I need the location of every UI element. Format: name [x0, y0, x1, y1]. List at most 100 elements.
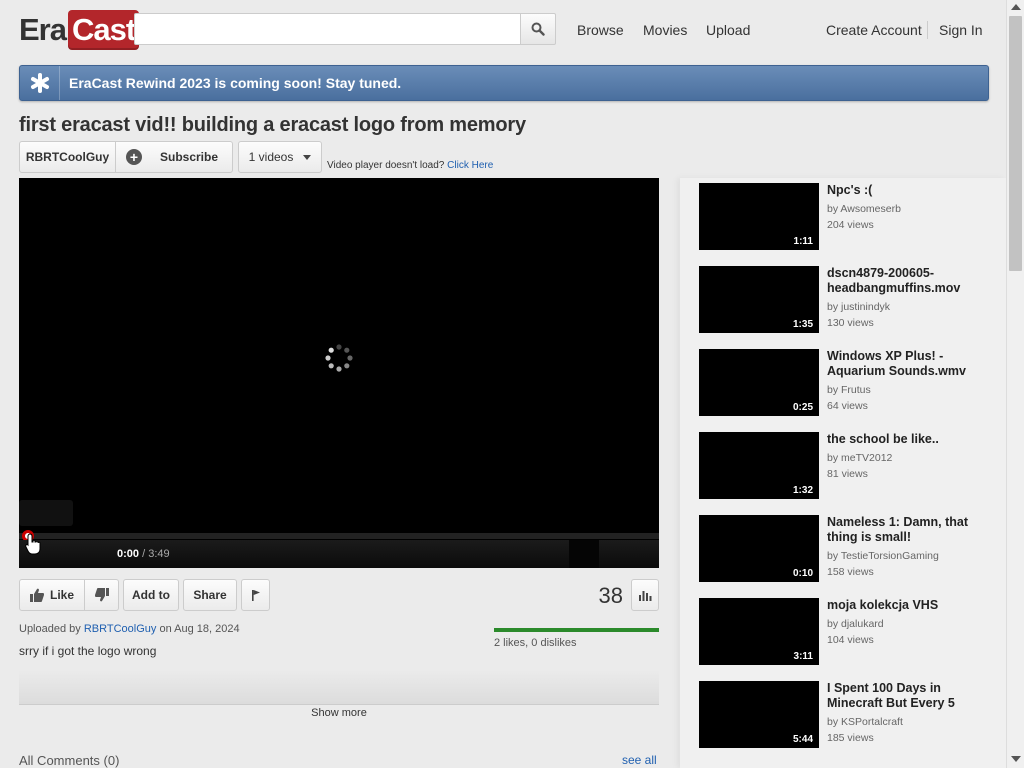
like-button[interactable]: Like: [19, 579, 85, 611]
nav-movies[interactable]: Movies: [643, 22, 687, 38]
related-video-title[interactable]: Nameless 1: Damn, that thing is small!: [827, 515, 987, 545]
video-duration: 5:44: [792, 734, 813, 745]
related-video-author[interactable]: by Awsomeserb: [827, 201, 901, 217]
related-video-views: 204 views: [827, 219, 874, 231]
related-video-thumbnail[interactable]: 1:35: [699, 266, 819, 333]
related-video-views: 130 views: [827, 317, 874, 329]
stats-button[interactable]: [631, 579, 659, 611]
video-duration: 0:10: [792, 568, 813, 579]
logo-era: Era: [19, 12, 67, 47]
controls-segment[interactable]: [569, 540, 599, 568]
page-scrollbar[interactable]: [1006, 0, 1024, 768]
related-video-item[interactable]: 1:11 Npc's :( by Awsomeserb 204 views: [699, 183, 999, 251]
related-video-item[interactable]: 0:25 Windows XP Plus! - Aquarium Sounds.w…: [699, 349, 999, 417]
hand-cursor-icon: [25, 533, 41, 555]
related-video-item[interactable]: 1:32 the school be like.. by meTV2012 81 vi…: [699, 432, 999, 500]
divider: [19, 704, 659, 705]
see-all-link[interactable]: see all: [622, 753, 657, 767]
related-video-thumbnail[interactable]: 1:11: [699, 183, 819, 250]
bar-chart-icon: [639, 591, 652, 601]
scroll-thumb[interactable]: [1009, 16, 1022, 271]
related-video-author[interactable]: by justinindyk: [827, 299, 890, 315]
nav-browse[interactable]: Browse: [577, 22, 624, 38]
subscribe-button[interactable]: + Subscribe: [116, 142, 232, 172]
eracast-logo[interactable]: Era Cast: [19, 10, 140, 50]
related-video-title[interactable]: the school be like..: [827, 432, 987, 447]
nav-upload[interactable]: Upload: [706, 22, 750, 38]
related-video-views: 185 views: [827, 732, 874, 744]
related-video-title[interactable]: dscn4879-200605-headbangmuffins.mov: [827, 266, 987, 296]
thumbs-down-icon: [94, 588, 109, 602]
related-video-views: 104 views: [827, 634, 874, 646]
player-help-link[interactable]: Click Here: [447, 160, 493, 171]
related-video-views: 64 views: [827, 400, 868, 412]
player-controls: 0:00 / 3:49: [19, 540, 659, 568]
related-video-author[interactable]: by TestieTorsionGaming: [827, 548, 939, 564]
video-duration: 1:11: [793, 236, 813, 247]
description-fade: [19, 670, 659, 704]
related-video-views: 158 views: [827, 566, 874, 578]
upload-info: Uploaded by RBRTCoolGuy on Aug 18, 2024: [19, 623, 240, 635]
related-video-title[interactable]: moja kolekcja VHS: [827, 598, 987, 613]
search-button[interactable]: [520, 13, 556, 45]
related-video-title[interactable]: I Spent 100 Days in Minecraft But Every …: [827, 681, 987, 711]
video-duration: 3:11: [793, 651, 813, 662]
share-button[interactable]: Share: [183, 579, 237, 611]
add-to-button[interactable]: Add to: [123, 579, 179, 611]
related-video-author[interactable]: by djalukard: [827, 616, 884, 632]
logo-cast: Cast: [67, 10, 140, 50]
flag-button[interactable]: [241, 579, 270, 611]
related-video-author[interactable]: by Frutus: [827, 382, 871, 398]
announcement-banner: EraCast Rewind 2023 is coming soon! Stay…: [19, 65, 989, 101]
related-video-thumbnail[interactable]: 1:32: [699, 432, 819, 499]
upload-date: on Aug 18, 2024: [159, 623, 240, 635]
likes-dislikes-text: 2 likes, 0 dislikes: [494, 637, 577, 649]
videos-dropdown-button[interactable]: 1 videos: [238, 141, 322, 173]
related-video-item[interactable]: 5:44 I Spent 100 Days in Minecraft But Ev…: [699, 681, 999, 749]
header: Era Cast Browse Movies Upload Create Acc…: [0, 0, 1006, 60]
player-help-text: Video player doesn't load?: [327, 160, 445, 171]
related-video-item[interactable]: 0:10 Nameless 1: Damn, that thing is smal…: [699, 515, 999, 583]
related-video-title[interactable]: Windows XP Plus! - Aquarium Sounds.wmv: [827, 349, 987, 379]
video-duration: 1:32: [792, 485, 813, 496]
dislike-button[interactable]: [84, 579, 119, 611]
video-duration: 1:35: [792, 319, 813, 330]
show-more-button[interactable]: Show more: [19, 707, 659, 719]
related-video-views: 81 views: [827, 468, 868, 480]
progress-bar[interactable]: [19, 533, 659, 539]
scroll-up-arrow-icon[interactable]: [1011, 4, 1021, 10]
nav-separator: [927, 21, 928, 39]
player-help: Video player doesn't load? Click Here: [327, 160, 493, 171]
search-bar: [134, 13, 556, 45]
time-total: / 3:49: [142, 548, 170, 560]
subscribe-label: Subscribe: [160, 150, 219, 164]
related-video-title[interactable]: Npc's :(: [827, 183, 987, 198]
uploader-link[interactable]: RBRTCoolGuy: [84, 623, 157, 635]
create-account-link[interactable]: Create Account: [826, 22, 922, 38]
time-current: 0:00: [117, 548, 140, 560]
video-title: first eracast vid!! building a eracast l…: [19, 114, 526, 136]
related-video-item[interactable]: 1:35 dscn4879-200605-headbangmuffins.mov b…: [699, 266, 999, 334]
related-video-author[interactable]: by KSPortalcraft: [827, 714, 903, 730]
upload-prefix: Uploaded by: [19, 623, 81, 635]
video-description: srry if i got the logo wrong: [19, 644, 157, 658]
plus-icon: +: [126, 149, 142, 165]
like-label: Like: [49, 588, 74, 602]
related-video-thumbnail[interactable]: 0:25: [699, 349, 819, 416]
related-video-thumbnail[interactable]: 5:44: [699, 681, 819, 748]
related-video-thumbnail[interactable]: 3:11: [699, 598, 819, 665]
related-video-thumbnail[interactable]: 0:10: [699, 515, 819, 582]
scroll-down-arrow-icon[interactable]: [1011, 756, 1021, 762]
search-icon: [531, 22, 545, 36]
sign-in-link[interactable]: Sign In: [939, 22, 983, 38]
channel-name-button[interactable]: RBRTCoolGuy: [20, 142, 116, 172]
related-video-author[interactable]: by meTV2012: [827, 450, 892, 466]
video-player[interactable]: 0:00 / 3:49: [19, 178, 659, 568]
view-count: 38: [598, 583, 623, 608]
asterisk-icon: [20, 66, 60, 100]
time-display: 0:00 / 3:49: [117, 548, 170, 560]
search-input[interactable]: [134, 13, 520, 45]
loading-spinner-icon: [325, 344, 353, 372]
videos-label: 1 videos: [248, 150, 294, 164]
related-video-item[interactable]: 3:11 moja kolekcja VHS by djalukard 104 vie…: [699, 598, 999, 666]
